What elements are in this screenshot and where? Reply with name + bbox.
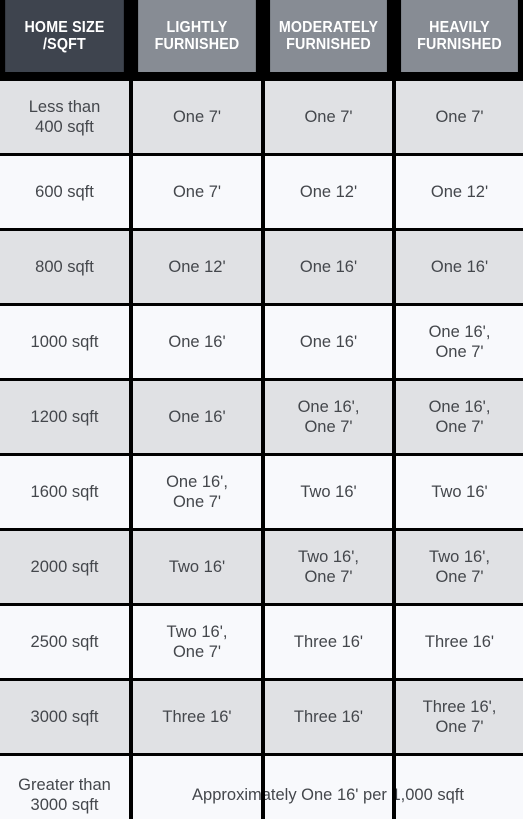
- cell-home-size: 800 sqft: [0, 231, 129, 303]
- cell-moderately-furnished: Three 16': [265, 606, 392, 678]
- cell-home-size: 2000 sqft: [0, 531, 129, 603]
- table-row: 1600 sqft One 16', One 7' Two 16' Two 16…: [0, 456, 523, 528]
- cell-moderately-furnished: Two 16', One 7': [265, 531, 392, 603]
- table-row-summary: Greater than 3000 sqft Approximately One…: [0, 756, 523, 819]
- cell-heavily-furnished: Three 16': [396, 606, 523, 678]
- column-header-home-size: HOME SIZE /SQFT: [5, 0, 124, 72]
- cell-heavily-furnished: Two 16', One 7': [396, 531, 523, 603]
- cell-home-size: Greater than 3000 sqft: [0, 756, 129, 819]
- cell-home-size: Less than 400 sqft: [0, 81, 129, 153]
- furnishing-size-table: HOME SIZE /SQFT LIGHTLY FURNISHED MODERA…: [0, 0, 523, 819]
- table-row: Less than 400 sqft One 7' One 7' One 7': [0, 81, 523, 153]
- cell-lightly-furnished: One 16': [133, 381, 261, 453]
- cell-home-size: 2500 sqft: [0, 606, 129, 678]
- cell-moderately-furnished: Two 16': [265, 456, 392, 528]
- cell-moderately-furnished: One 16': [265, 306, 392, 378]
- cell-moderately-furnished: One 16': [265, 231, 392, 303]
- cell-heavily-furnished: One 12': [396, 156, 523, 228]
- cell-lightly-furnished: One 16', One 7': [133, 456, 261, 528]
- cell-heavily-furnished: One 16', One 7': [396, 381, 523, 453]
- cell-lightly-furnished: One 16': [133, 306, 261, 378]
- cell-moderately-furnished: One 7': [265, 81, 392, 153]
- cell-lightly-furnished: One 7': [133, 156, 261, 228]
- table-row: 1000 sqft One 16' One 16' One 16', One 7…: [0, 306, 523, 378]
- cell-home-size: 600 sqft: [0, 156, 129, 228]
- cell-heavily-furnished: Two 16': [396, 456, 523, 528]
- cell-heavily-furnished: One 7': [396, 81, 523, 153]
- table-row: 800 sqft One 12' One 16' One 16': [0, 231, 523, 303]
- column-header-heavily-furnished: HEAVILY FURNISHED: [401, 0, 518, 72]
- cell-moderately-furnished: One 12': [265, 156, 392, 228]
- table-row: 1200 sqft One 16' One 16', One 7' One 16…: [0, 381, 523, 453]
- column-header-lightly-furnished: LIGHTLY FURNISHED: [138, 0, 256, 72]
- table-row: 2000 sqft Two 16' Two 16', One 7' Two 16…: [0, 531, 523, 603]
- table-header-row: HOME SIZE /SQFT LIGHTLY FURNISHED MODERA…: [0, 0, 523, 72]
- cell-lightly-furnished: Two 16', One 7': [133, 606, 261, 678]
- column-header-moderately-furnished: MODERATELY FURNISHED: [270, 0, 387, 72]
- cell-home-size: 1200 sqft: [0, 381, 129, 453]
- column-divider: [392, 756, 396, 819]
- cell-home-size: 1600 sqft: [0, 456, 129, 528]
- cell-spanning-summary: Approximately One 16' per 1,000 sqft: [133, 756, 523, 819]
- cell-heavily-furnished: Three 16', One 7': [396, 681, 523, 753]
- cell-lightly-furnished: One 7': [133, 81, 261, 153]
- cell-lightly-furnished: Three 16': [133, 681, 261, 753]
- table-row: 3000 sqft Three 16' Three 16' Three 16',…: [0, 681, 523, 753]
- table-body: Less than 400 sqft One 7' One 7' One 7' …: [0, 81, 523, 819]
- cell-heavily-furnished: One 16', One 7': [396, 306, 523, 378]
- cell-home-size: 3000 sqft: [0, 681, 129, 753]
- cell-heavily-furnished: One 16': [396, 231, 523, 303]
- cell-home-size: 1000 sqft: [0, 306, 129, 378]
- table-row: 2500 sqft Two 16', One 7' Three 16' Thre…: [0, 606, 523, 678]
- column-divider: [261, 756, 265, 819]
- table-row: 600 sqft One 7' One 12' One 12': [0, 156, 523, 228]
- cell-lightly-furnished: Two 16': [133, 531, 261, 603]
- cell-lightly-furnished: One 12': [133, 231, 261, 303]
- cell-moderately-furnished: One 16', One 7': [265, 381, 392, 453]
- cell-moderately-furnished: Three 16': [265, 681, 392, 753]
